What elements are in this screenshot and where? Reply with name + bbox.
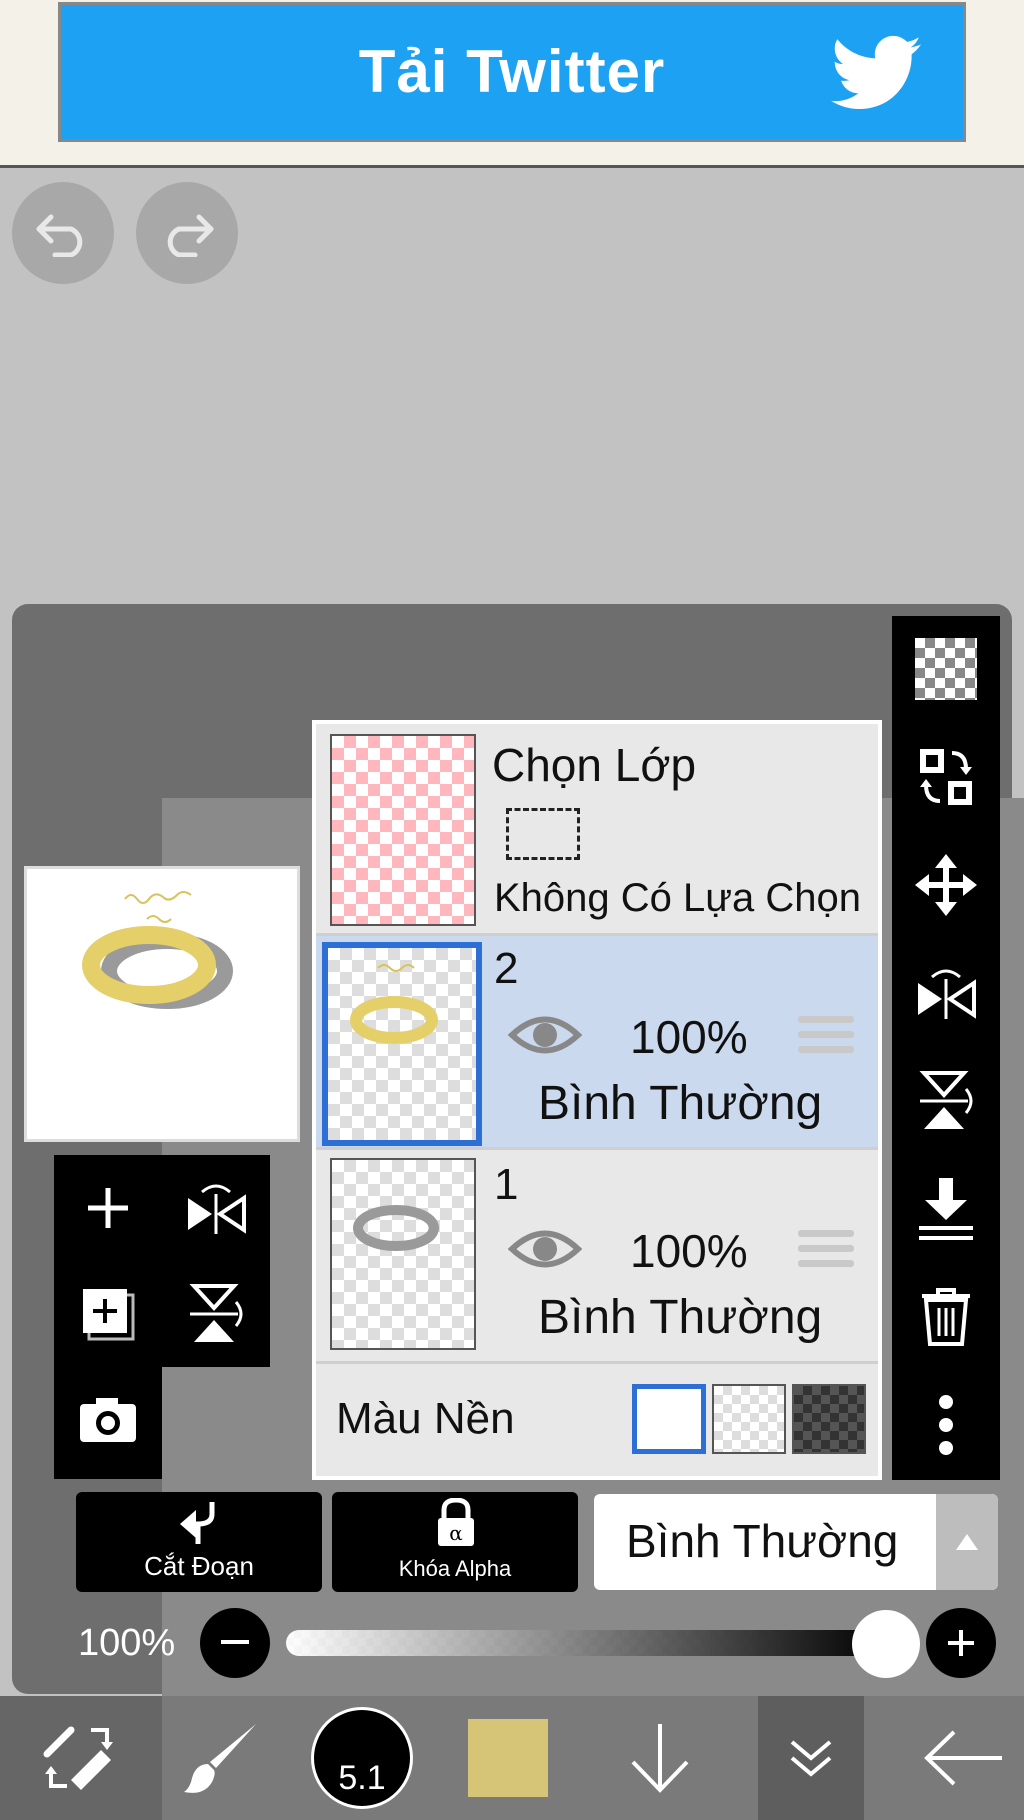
- lock-icon: α: [438, 1498, 474, 1546]
- camera-icon: [80, 1398, 136, 1442]
- drawing-preview-image: [82, 891, 233, 1009]
- triangle-up-icon: [956, 1534, 978, 1550]
- bottom-toolbar: 5.1: [0, 1696, 1024, 1820]
- layer-tools-group: [54, 1155, 270, 1367]
- layer-thumbnail-image: [350, 964, 438, 1044]
- minus-icon: [221, 1640, 249, 1644]
- clipping-label: Cắt Đoạn: [144, 1551, 254, 1581]
- clipping-arrow-icon: [180, 1502, 215, 1544]
- plus-icon: [948, 1630, 974, 1656]
- opacity-decrease-button[interactable]: [200, 1608, 270, 1678]
- camera-tool-group: [54, 1367, 162, 1479]
- swap-layer-icon: [920, 749, 972, 805]
- layers-panel-button[interactable]: [758, 1696, 864, 1820]
- layer-number: 2: [494, 944, 519, 993]
- flip-horizontal-icon: [188, 1184, 246, 1234]
- drag-handle-icon[interactable]: [798, 1016, 854, 1060]
- color-button[interactable]: [448, 1696, 568, 1820]
- layer-number: 1: [494, 1160, 519, 1209]
- chevron-double-down-icon: [790, 1740, 832, 1777]
- background-color-row: Màu Nền: [316, 1364, 878, 1476]
- visibility-eye-icon[interactable]: [508, 1012, 582, 1058]
- blend-mode-value: Bình Thường: [626, 1515, 899, 1567]
- more-options-button[interactable]: [892, 1372, 1000, 1478]
- add-layer-button[interactable]: [54, 1155, 162, 1261]
- arrow-left-icon: [924, 1730, 1002, 1786]
- brush-button[interactable]: [162, 1696, 282, 1820]
- background-transparent-option[interactable]: [712, 1384, 786, 1454]
- background-white-option[interactable]: [632, 1384, 706, 1454]
- blend-mode-dropdown-button[interactable]: [936, 1494, 998, 1590]
- redo-icon: [167, 214, 214, 257]
- opacity-slider-knob[interactable]: [852, 1610, 920, 1678]
- twitter-bird-icon: [831, 35, 921, 109]
- layer-thumbnail: [322, 942, 482, 1146]
- flip-vertical-button[interactable]: [162, 1261, 270, 1367]
- duplicate-layer-button[interactable]: [54, 1261, 162, 1367]
- flip-vertical-layer-button[interactable]: [892, 1048, 1000, 1154]
- selection-marquee-icon: [506, 808, 580, 860]
- svg-text:α: α: [449, 1521, 463, 1545]
- duplicate-layer-icon: [83, 1289, 135, 1341]
- move-button[interactable]: [892, 832, 1000, 938]
- delete-layer-button[interactable]: [892, 1264, 1000, 1370]
- undo-icon: [36, 214, 83, 257]
- layer-opacity: 100%: [630, 1011, 748, 1063]
- brush-icon: [184, 1724, 256, 1793]
- undo-button[interactable]: [12, 182, 114, 284]
- trash-icon: [922, 1288, 970, 1346]
- background-color-label: Màu Nền: [336, 1394, 515, 1443]
- merge-down-button[interactable]: [892, 1156, 1000, 1262]
- right-toolbar: [892, 616, 1000, 1480]
- opacity-value: 100%: [78, 1622, 176, 1664]
- layer-row[interactable]: 1 100% Bình Thường: [316, 1150, 878, 1364]
- alpha-lock-button[interactable]: α Khóa Alpha: [332, 1492, 578, 1592]
- more-vertical-icon: [939, 1395, 953, 1455]
- ad-banner[interactable]: Tải Twitter: [58, 2, 966, 142]
- ad-text: Tải Twitter: [358, 38, 666, 105]
- flip-horizontal-icon: [918, 969, 976, 1019]
- move-icon: [915, 854, 977, 916]
- arrow-down-icon: [631, 1724, 689, 1793]
- selection-layer-thumbnail: [330, 734, 476, 926]
- back-button[interactable]: [904, 1696, 1024, 1820]
- transparency-button[interactable]: [892, 616, 1000, 722]
- selection-layer-title: Chọn Lớp: [492, 739, 697, 791]
- clipping-button[interactable]: Cắt Đoạn: [76, 1492, 322, 1592]
- opacity-increase-button[interactable]: [926, 1608, 996, 1678]
- visibility-eye-icon[interactable]: [508, 1226, 582, 1272]
- flip-vertical-icon: [919, 1071, 973, 1129]
- layer-blend-mode: Bình Thường: [538, 1291, 823, 1344]
- swap-layer-button[interactable]: [892, 724, 1000, 830]
- background-dark-option[interactable]: [792, 1384, 866, 1454]
- plus-icon: [88, 1188, 128, 1228]
- blend-mode-select[interactable]: Bình Thường: [594, 1494, 998, 1590]
- layer-blend-mode: Bình Thường: [538, 1077, 823, 1130]
- flip-horizontal-button[interactable]: [162, 1155, 270, 1261]
- layer-thumbnail-image: [353, 1205, 439, 1251]
- layer-opacity: 100%: [630, 1225, 748, 1277]
- selection-status: Không Có Lựa Chọn: [494, 876, 862, 920]
- layer-row[interactable]: 2 100% Bình Thường: [316, 936, 878, 1150]
- brush-size-value: 5.1: [338, 1759, 386, 1797]
- redo-button[interactable]: [136, 182, 238, 284]
- layers-list: Chọn Lớp Không Có Lựa Chọn 2 100% Bình T…: [312, 720, 882, 1480]
- brush-eraser-swap-icon: [43, 1726, 113, 1790]
- drag-handle-icon[interactable]: [798, 1230, 854, 1274]
- camera-button[interactable]: [54, 1367, 162, 1473]
- current-color-swatch: [468, 1719, 548, 1797]
- down-arrow-button[interactable]: [600, 1696, 720, 1820]
- tool-switch-button[interactable]: [0, 1696, 162, 1820]
- brush-size-indicator: 5.1: [311, 1707, 413, 1809]
- flip-vertical-icon: [189, 1284, 243, 1342]
- brush-size-button[interactable]: 5.1: [302, 1696, 422, 1820]
- alpha-lock-label: Khóa Alpha: [398, 1556, 512, 1581]
- flip-horizontal-layer-button[interactable]: [892, 940, 1000, 1046]
- opacity-slider[interactable]: [286, 1630, 886, 1656]
- checkerboard-icon: [915, 638, 977, 700]
- merge-down-icon: [919, 1178, 973, 1240]
- canvas-preview[interactable]: [24, 866, 300, 1142]
- selection-layer-row[interactable]: Chọn Lớp Không Có Lựa Chọn: [316, 724, 878, 936]
- layer-thumbnail: [330, 1158, 476, 1350]
